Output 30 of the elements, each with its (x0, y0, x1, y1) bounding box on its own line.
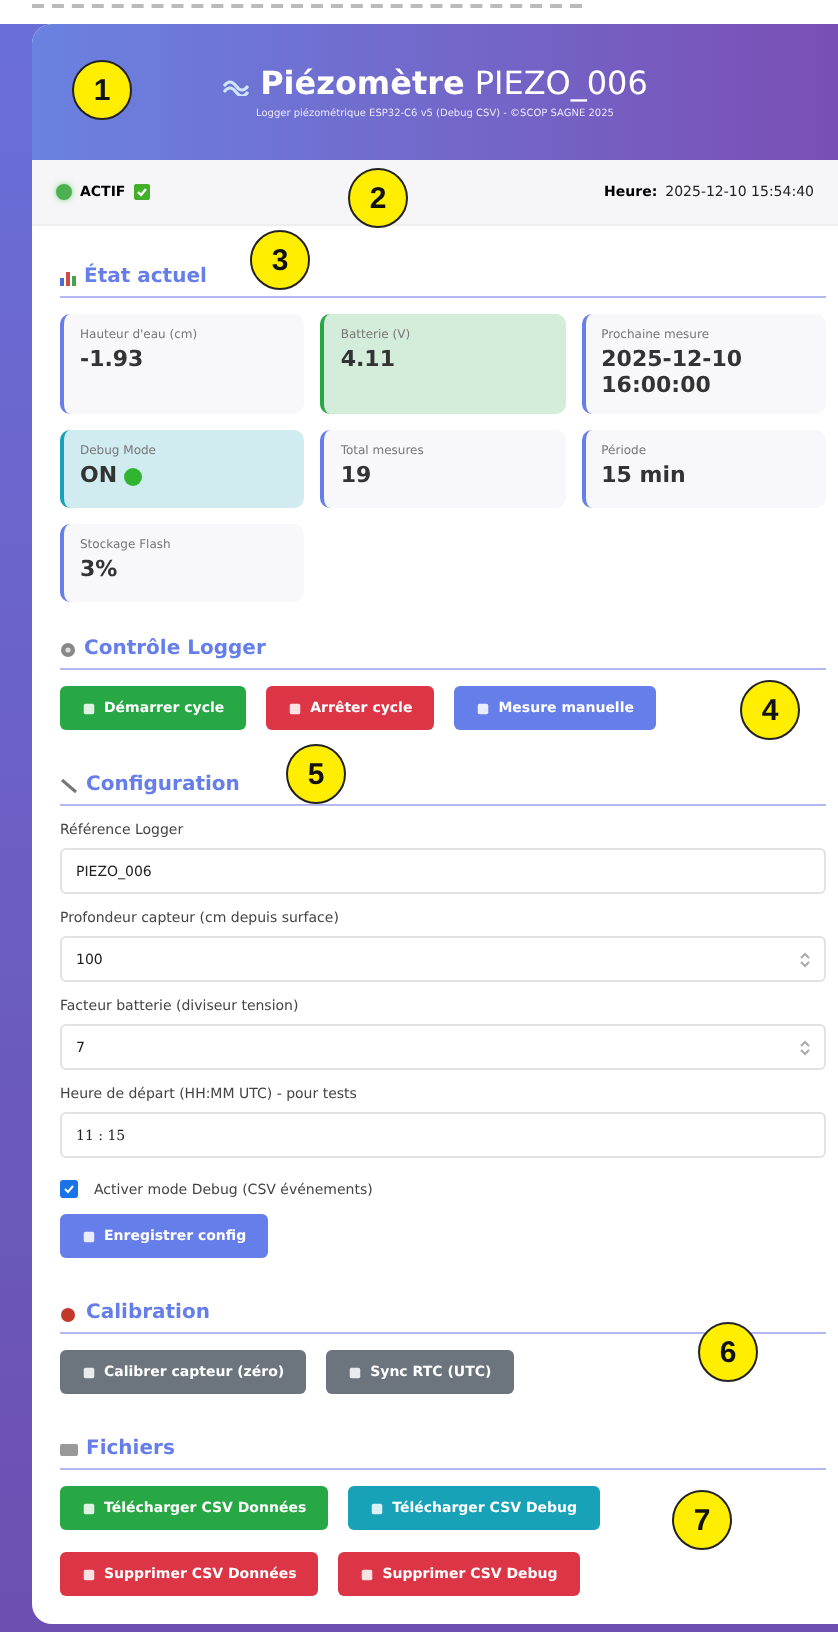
stat-value: 4.11 (340, 348, 395, 374)
app-title: Piézomètre (260, 64, 465, 102)
bar-chart-icon (60, 269, 76, 285)
square-icon (82, 1567, 96, 1582)
section-title-text: État actuel (84, 266, 207, 288)
stat-value: 2025-12-10 16:00:00 (601, 348, 745, 399)
check-icon (133, 184, 150, 200)
square-icon (348, 1365, 363, 1380)
stat-value: 15 min (601, 464, 686, 490)
spinner-icon[interactable] (800, 951, 810, 968)
section-title-text: Calibration (86, 1302, 210, 1325)
gear-icon (60, 641, 76, 658)
stat-value: 3% (80, 558, 118, 584)
square-icon (370, 1501, 385, 1516)
section-title-text: Configuration (86, 774, 240, 797)
dot-icon (123, 468, 142, 487)
checkbox[interactable] (60, 1180, 78, 1199)
spinner-icon[interactable] (800, 1039, 810, 1056)
section-title-text: Fichiers (86, 1438, 175, 1461)
square-icon (476, 701, 491, 716)
square-icon (360, 1567, 375, 1582)
stat-value: 19 (340, 464, 372, 490)
section-title-text: Contrôle Logger (84, 638, 266, 661)
stat-value: ON (80, 464, 118, 490)
square-icon (288, 701, 303, 716)
stat-value: -1.93 (80, 348, 144, 374)
square-icon (82, 701, 96, 716)
device-name: PIEZO_006 (474, 64, 648, 102)
square-icon (82, 1365, 96, 1380)
square-icon (82, 1501, 96, 1516)
